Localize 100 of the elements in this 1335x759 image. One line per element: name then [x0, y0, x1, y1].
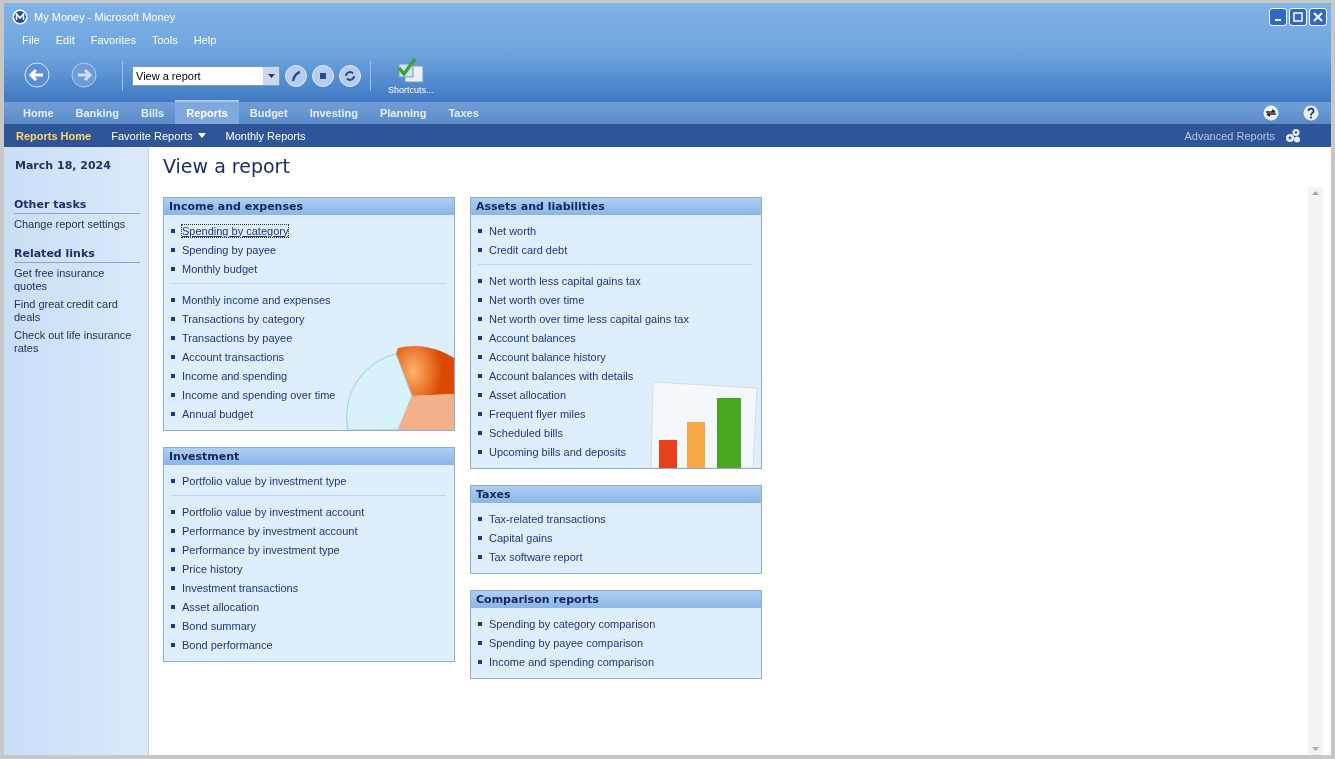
- report-link[interactable]: Bond summary: [182, 619, 256, 632]
- bullet-icon: [171, 566, 175, 571]
- bullet-icon: [171, 585, 175, 590]
- bullet-icon: [478, 554, 482, 559]
- bullet-icon: [171, 528, 175, 533]
- bullet-icon: [478, 354, 482, 359]
- bullet-icon: [171, 247, 175, 252]
- bullet-icon: [478, 430, 482, 435]
- card-header: Comparison reports: [471, 591, 761, 608]
- bullet-icon: [171, 604, 175, 609]
- minimize-button[interactable]: [1269, 7, 1287, 26]
- report-link[interactable]: Tax software report: [489, 550, 583, 563]
- bullet-icon: [171, 266, 175, 271]
- forward-button[interactable]: [71, 61, 97, 91]
- bullet-icon: [171, 354, 175, 359]
- bullet-icon: [478, 373, 482, 378]
- bullet-icon: [171, 509, 175, 514]
- report-link[interactable]: Income and spending: [182, 369, 288, 382]
- go-button[interactable]: [285, 65, 307, 87]
- report-link[interactable]: Account transactions: [182, 350, 285, 363]
- card-header: Assets and liabilities: [471, 198, 761, 215]
- bullet-icon: [171, 316, 175, 321]
- refresh-icon: [344, 70, 356, 82]
- report-link[interactable]: Spending by payee: [182, 243, 277, 256]
- report-link[interactable]: Net worth over time: [489, 293, 585, 306]
- bullet-icon: [478, 278, 482, 283]
- report-link[interactable]: Asset allocation: [489, 388, 567, 401]
- subnav-link[interactable]: Favorite Reports: [103, 129, 214, 142]
- shortcuts-button[interactable]: Shortcuts...: [388, 57, 434, 95]
- report-link[interactable]: Portfolio value by investment type: [182, 474, 347, 487]
- report-link[interactable]: Spending by payee comparison: [489, 636, 644, 649]
- report-link[interactable]: Net worth less capital gains tax: [489, 274, 641, 287]
- report-link[interactable]: Account balance history: [489, 350, 606, 363]
- close-button[interactable]: [1309, 7, 1327, 26]
- sidebar-link[interactable]: Get free insurance quotes: [14, 267, 140, 293]
- bullet-icon: [478, 640, 482, 645]
- report-link[interactable]: Capital gains: [489, 531, 553, 544]
- report-link[interactable]: Investment transactions: [182, 581, 299, 594]
- help-icon[interactable]: [1303, 105, 1319, 121]
- stop-icon: [317, 70, 329, 82]
- report-link[interactable]: Transactions by payee: [182, 331, 293, 344]
- report-link[interactable]: Performance by investment account: [182, 524, 358, 537]
- report-link[interactable]: Monthly budget: [182, 262, 258, 275]
- report-link[interactable]: Monthly income and expenses: [182, 293, 331, 306]
- bullet-icon: [171, 392, 175, 397]
- stop-button[interactable]: [312, 65, 334, 87]
- address-field[interactable]: View a report: [132, 66, 280, 86]
- sync-arrows-icon[interactable]: [1263, 105, 1279, 121]
- report-link[interactable]: Performance by investment type: [182, 543, 340, 556]
- sidebar-heading: Related links: [14, 247, 140, 263]
- bullet-icon: [171, 297, 175, 302]
- bullet-icon: [478, 516, 482, 521]
- report-link[interactable]: Portfolio value by investment account: [182, 505, 365, 518]
- page-title: View a report: [163, 155, 291, 177]
- refresh-button[interactable]: [339, 65, 361, 87]
- report-link[interactable]: Scheduled bills: [489, 426, 563, 439]
- report-link[interactable]: Credit card debt: [489, 243, 568, 256]
- report-link[interactable]: Bond performance: [182, 638, 273, 651]
- sidebar-heading: Other tasks: [14, 198, 140, 214]
- report-link[interactable]: Net worth: [489, 224, 537, 237]
- report-link[interactable]: Net worth over time less capital gains tax: [489, 312, 689, 325]
- bullet-icon: [171, 335, 175, 340]
- report-link[interactable]: Spending by category: [182, 224, 289, 237]
- card-header: Income and expenses: [164, 198, 454, 215]
- report-link[interactable]: Tax-related transactions: [489, 512, 606, 525]
- bullet-icon: [478, 621, 482, 626]
- subnav-link[interactable]: Reports Home: [8, 129, 100, 142]
- advanced-reports-link[interactable]: Advanced Reports: [1178, 128, 1281, 143]
- report-link[interactable]: Spending by category comparison: [489, 617, 656, 630]
- bullet-icon: [478, 392, 482, 397]
- bullet-icon: [171, 623, 175, 628]
- report-link[interactable]: Asset allocation: [182, 600, 260, 613]
- card-header: Taxes: [471, 486, 761, 503]
- bullet-icon: [478, 297, 482, 302]
- bullet-icon: [171, 547, 175, 552]
- subnav-link[interactable]: Monthly Reports: [217, 129, 314, 142]
- sidebar-link[interactable]: Check out life insurance rates: [14, 329, 140, 355]
- report-link[interactable]: Frequent flyer miles: [489, 407, 586, 420]
- bullet-icon: [478, 228, 482, 233]
- minimize-icon: [1275, 18, 1281, 21]
- maximize-button[interactable]: [1289, 7, 1307, 26]
- bullet-icon: [478, 449, 482, 454]
- sidebar-link[interactable]: Change report settings: [14, 218, 140, 231]
- bullet-icon: [171, 411, 175, 416]
- bullet-icon: [478, 335, 482, 340]
- report-link[interactable]: Account balances with details: [489, 369, 634, 382]
- sidebar-link[interactable]: Find great credit card deals: [14, 298, 140, 324]
- dropdown-arrow-icon: [267, 74, 275, 78]
- report-link[interactable]: Annual budget: [182, 407, 253, 420]
- bullet-icon: [478, 247, 482, 252]
- report-link[interactable]: Income and spending over time: [182, 388, 336, 401]
- report-link[interactable]: Income and spending comparison: [489, 655, 655, 668]
- bullet-icon: [478, 316, 482, 321]
- caret-icon: [197, 133, 206, 138]
- report-link[interactable]: Upcoming bills and deposits: [489, 445, 626, 458]
- report-link[interactable]: Account balances: [489, 331, 576, 344]
- bullet-icon: [171, 478, 175, 483]
- report-link[interactable]: Price history: [182, 562, 243, 575]
- back-button[interactable]: [24, 61, 50, 91]
- report-link[interactable]: Transactions by category: [182, 312, 305, 325]
